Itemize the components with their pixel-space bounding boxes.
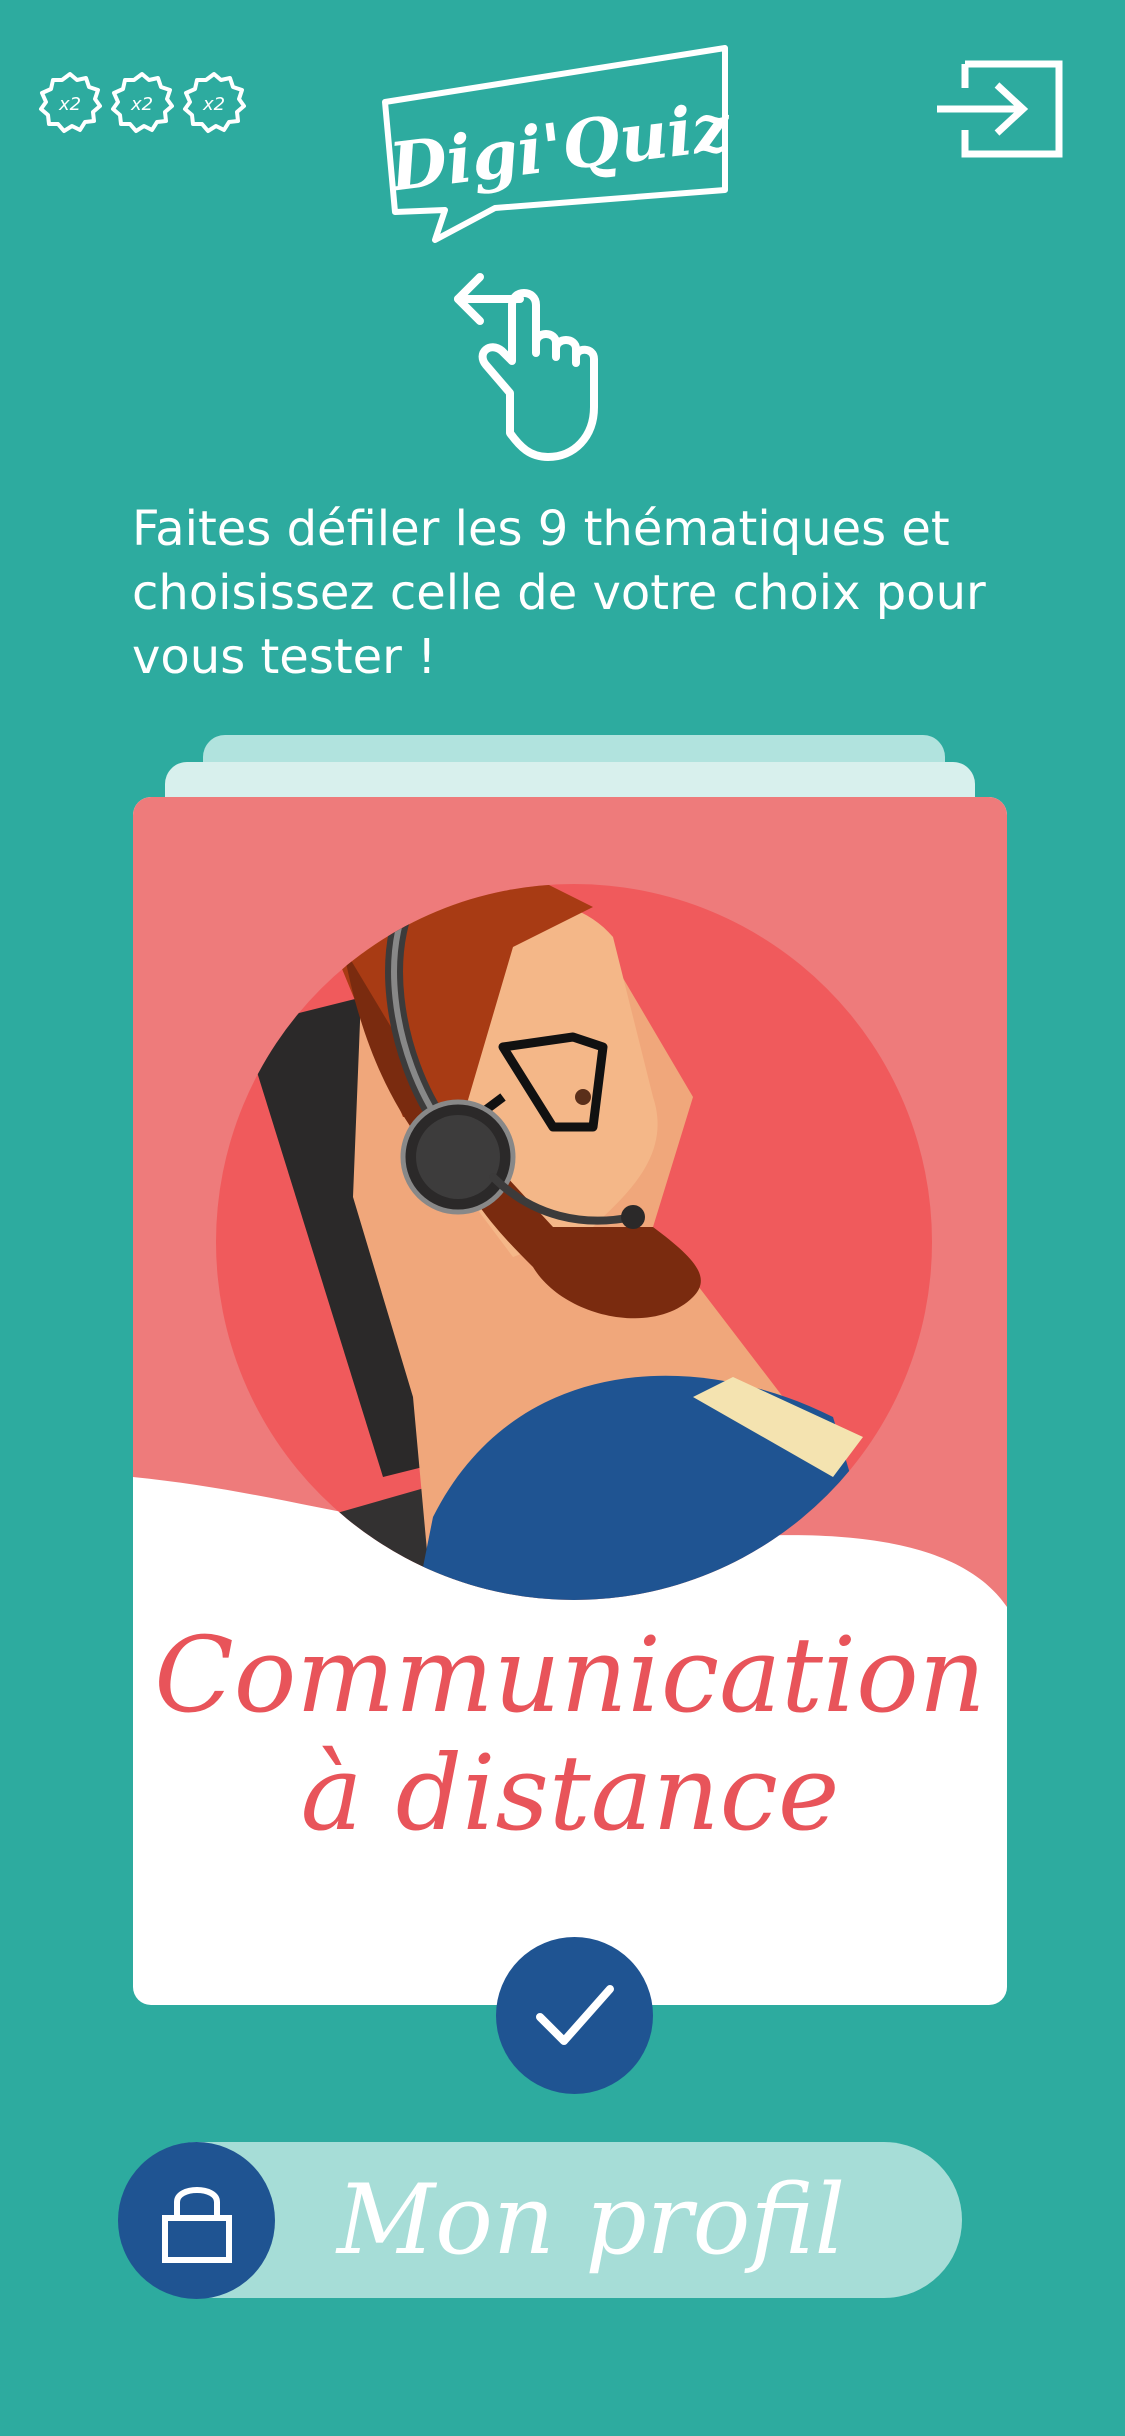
profile-lock[interactable] [118, 2142, 275, 2299]
card-title-line2: à distance [300, 1732, 840, 1854]
call-center-agent-illustration [133, 797, 1007, 1617]
theme-card[interactable]: Communication à distance [133, 797, 1007, 2005]
multiplier-badge-3: x2 [182, 70, 246, 134]
instruction-text: Faites défiler les 9 thématiques et choi… [132, 501, 986, 685]
checkmark-icon [536, 1985, 614, 2045]
multiplier-badge-2: x2 [110, 70, 174, 134]
logout-icon [937, 60, 1063, 158]
multiplier-badge-icon: x2 [39, 72, 102, 133]
multiplier-badge-1: x2 [38, 70, 102, 134]
digiquiz-logo: Digi'Quiz [365, 40, 736, 250]
svg-text:x2: x2 [58, 94, 81, 115]
svg-text:Digi'Quiz: Digi'Quiz [383, 87, 735, 206]
swipe-left-hand-icon [450, 265, 630, 465]
profile-label: Mon profil [336, 2164, 846, 2276]
logout-button[interactable] [935, 58, 1065, 160]
card-title-line1: Communication [154, 1614, 986, 1736]
multiplier-badge-icon: x2 [111, 72, 174, 133]
multiplier-badge-icon: x2 [183, 72, 246, 133]
select-theme-button[interactable] [496, 1937, 653, 2094]
svg-text:x2: x2 [202, 94, 225, 115]
svg-text:x2: x2 [130, 94, 153, 115]
lock-icon [162, 2187, 232, 2263]
